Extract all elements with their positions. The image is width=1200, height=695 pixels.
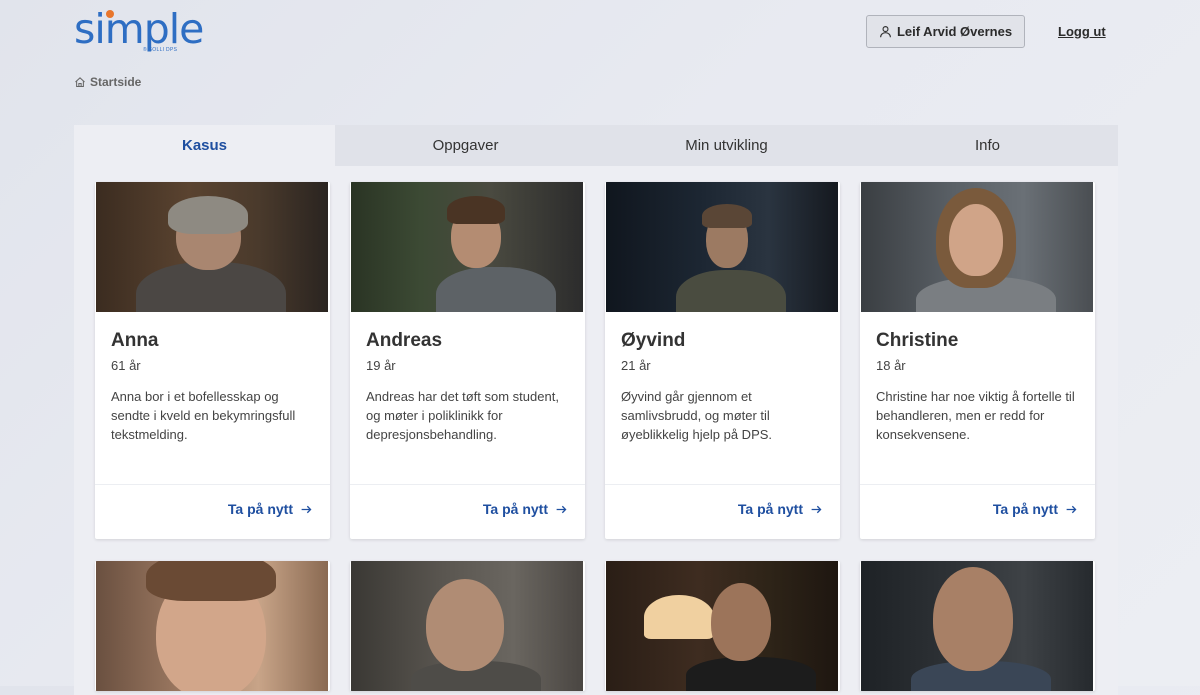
case-age: 18 år — [876, 358, 906, 373]
case-description: Christine har noe viktig å fortelle til … — [876, 389, 1075, 442]
card-divider — [860, 484, 1095, 485]
retry-button[interactable]: Ta på nytt — [738, 501, 823, 517]
user-name: Leif Arvid Øvernes — [896, 24, 1013, 39]
case-grid: Anna 61 år Anna bor i et bofellesskap og… — [95, 182, 1095, 691]
case-card[interactable] — [350, 561, 585, 691]
case-photo — [96, 561, 328, 691]
case-card[interactable] — [860, 561, 1095, 691]
tab-oppgaver[interactable]: Oppgaver — [335, 125, 596, 166]
arrow-right-icon — [811, 505, 822, 513]
case-photo — [351, 182, 583, 312]
arrow-right-icon — [1066, 505, 1077, 513]
logo-text: simple — [74, 5, 204, 53]
breadcrumb: Startside — [74, 75, 141, 89]
arrow-right-icon — [556, 505, 567, 513]
main-panel: Kasus Oppgaver Min utvikling Info Anna 6… — [74, 125, 1118, 695]
case-card[interactable]: Andreas 19 år Andreas har det tøft som s… — [350, 182, 585, 539]
logo-subtext: ® SOLLI DPS — [143, 47, 178, 53]
case-card[interactable] — [605, 561, 840, 691]
case-name: Øyvind — [621, 330, 686, 351]
home-icon — [75, 77, 85, 88]
retry-label: Ta på nytt — [737, 501, 803, 517]
retry-button[interactable]: Ta på nytt — [483, 501, 568, 517]
case-age: 61 år — [111, 358, 141, 373]
case-description: Anna bor i et bofellesskap og sendte i k… — [111, 389, 296, 442]
tab-info[interactable]: Info — [857, 125, 1118, 166]
case-photo — [861, 182, 1093, 312]
case-card[interactable]: Christine 18 år Christine har noe viktig… — [860, 182, 1095, 539]
retry-label: Ta på nytt — [227, 501, 293, 517]
case-age: 19 år — [366, 358, 396, 373]
case-age: 21 år — [621, 358, 651, 373]
retry-label: Ta på nytt — [992, 501, 1058, 517]
user-profile-button[interactable]: Leif Arvid Øvernes — [866, 15, 1025, 48]
user-icon — [879, 26, 891, 38]
case-photo — [351, 561, 583, 691]
case-card[interactable] — [95, 561, 330, 691]
retry-button[interactable]: Ta på nytt — [228, 501, 313, 517]
case-description: Øyvind går gjennom et samlivsbrudd, og m… — [621, 389, 773, 442]
tab-bar: Kasus Oppgaver Min utvikling Info — [74, 125, 1118, 166]
case-photo — [861, 561, 1093, 691]
retry-label: Ta på nytt — [482, 501, 548, 517]
logo-dot — [106, 10, 114, 18]
case-photo — [606, 561, 838, 691]
card-divider — [350, 484, 585, 485]
case-card[interactable]: Anna 61 år Anna bor i et bofellesskap og… — [95, 182, 330, 539]
case-description: Andreas har det tøft som student, og møt… — [366, 389, 559, 442]
arrow-right-icon — [301, 505, 312, 513]
case-name: Christine — [876, 330, 959, 351]
case-photo — [606, 182, 838, 312]
card-divider — [605, 484, 840, 485]
card-divider — [95, 484, 330, 485]
retry-button[interactable]: Ta på nytt — [993, 501, 1078, 517]
logout-link[interactable]: Logg ut — [1058, 24, 1106, 39]
logo[interactable]: simple ® SOLLI DPS — [74, 6, 204, 53]
case-photo — [96, 182, 328, 312]
tab-kasus[interactable]: Kasus — [74, 125, 335, 166]
case-name: Andreas — [366, 330, 443, 351]
case-card[interactable]: Øyvind 21 år Øyvind går gjennom et samli… — [605, 182, 840, 539]
breadcrumb-home[interactable]: Startside — [90, 75, 141, 89]
tab-min-utvikling[interactable]: Min utvikling — [596, 125, 857, 166]
case-name: Anna — [111, 330, 159, 351]
